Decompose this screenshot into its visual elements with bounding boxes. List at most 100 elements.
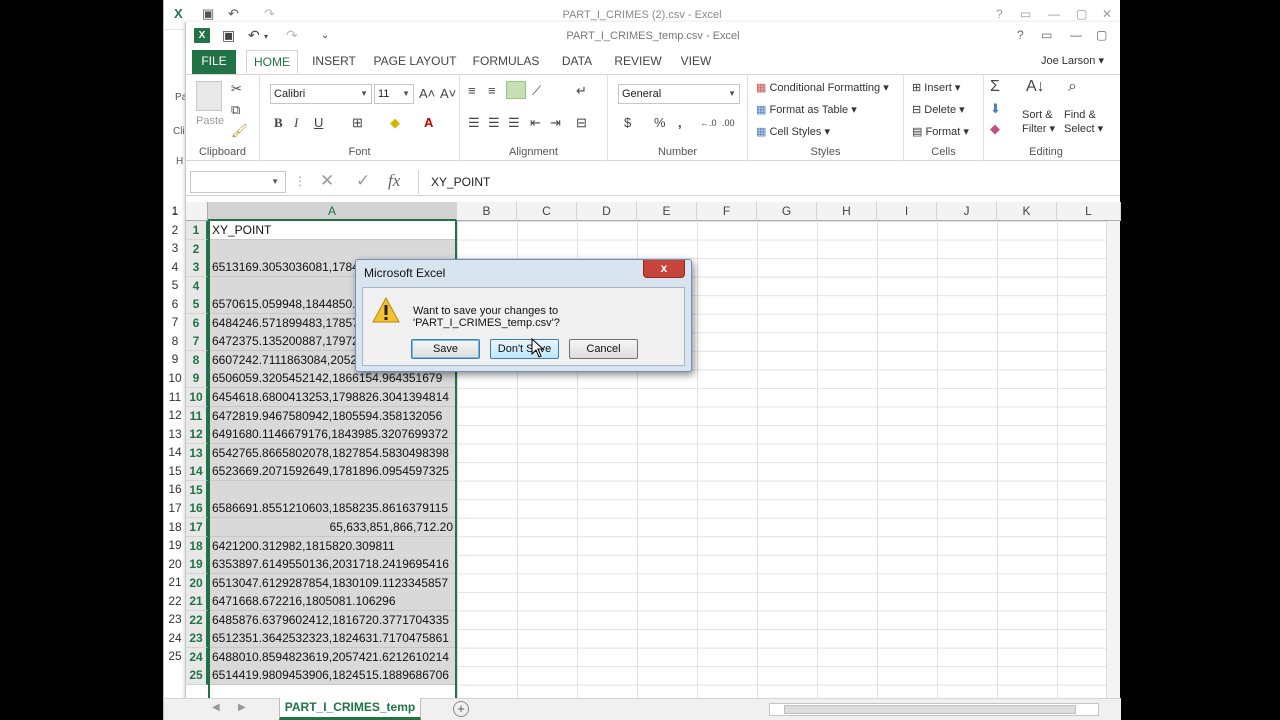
tab-view[interactable]: VIEW <box>676 50 716 74</box>
row-header[interactable]: 19 <box>186 555 208 575</box>
binoculars-icon[interactable]: ⌕ <box>1068 79 1077 95</box>
cell-a[interactable] <box>208 239 456 259</box>
cell-a[interactable]: 6471668.672216,1805081.106296 <box>208 592 456 612</box>
top-align-icon[interactable]: ≡ <box>468 83 476 99</box>
cell-a[interactable] <box>208 480 456 500</box>
row-header[interactable]: 15 <box>186 480 208 500</box>
middle-align-icon[interactable]: ≡ <box>488 83 496 99</box>
dont-save-button[interactable]: Don't Save <box>490 339 559 359</box>
decrease-decimal-icon[interactable]: .00 <box>722 115 735 131</box>
find-select-button[interactable]: Find & Select ▾ <box>1064 108 1103 136</box>
help-icon[interactable]: ? <box>1017 28 1024 42</box>
scroll-thumb[interactable] <box>784 705 1076 714</box>
row-header[interactable]: 14 <box>186 462 208 482</box>
sort-filter-icon[interactable]: A↓ <box>1026 79 1045 95</box>
row-header[interactable]: 25 <box>186 666 208 686</box>
column-header-h[interactable]: H <box>817 202 877 221</box>
underline-button[interactable]: U <box>314 115 323 131</box>
row-header[interactable]: 6 <box>186 313 208 333</box>
column-header-f[interactable]: F <box>697 202 757 221</box>
currency-button[interactable]: $ <box>624 115 631 131</box>
tab-page-layout[interactable]: PAGE LAYOUT <box>372 50 458 74</box>
row-header[interactable]: 9 <box>186 369 208 389</box>
paste-icon[interactable] <box>196 81 222 111</box>
tab-formulas[interactable]: FORMULAS <box>472 50 540 74</box>
bold-button[interactable]: B <box>274 115 283 131</box>
borders-icon[interactable]: ⊞ <box>352 115 363 131</box>
format-painter-icon[interactable]: 🖌 <box>231 123 248 139</box>
cell-a[interactable]: 6485876.6379602412,1816720.3771704335 <box>208 610 456 630</box>
ribbon-display-options-icon[interactable]: ▭ <box>1041 28 1052 42</box>
row-header[interactable]: 5 <box>186 295 208 315</box>
row-header[interactable]: 22 <box>186 610 208 630</box>
tab-home[interactable]: HOME <box>246 50 298 74</box>
paste-button[interactable]: Paste <box>196 115 224 127</box>
format-as-table-button[interactable]: ▦ Format as Table ▾ <box>756 103 857 116</box>
cell-a[interactable]: 6512351.3642532323,1824631.7170475861 <box>208 629 456 649</box>
autosum-icon[interactable]: Σ <box>990 79 1000 95</box>
font-color-icon[interactable]: A <box>424 115 433 131</box>
sheet-tab-part-i-crimes-temp[interactable]: PART_I_CRIMES_temp <box>279 698 421 720</box>
cell-a[interactable]: 6586691.8551210603,1858235.8616379115 <box>208 499 456 519</box>
wrap-text-icon[interactable]: ↵ <box>576 83 587 99</box>
conditional-formatting-button[interactable]: ▦ Conditional Formatting ▾ <box>756 81 889 94</box>
tab-review[interactable]: REVIEW <box>612 50 664 74</box>
insert-function-icon[interactable]: fx <box>388 171 400 191</box>
select-all-corner[interactable] <box>186 202 208 221</box>
column-header-i[interactable]: I <box>877 202 937 221</box>
row-header[interactable]: 12 <box>186 425 208 445</box>
tab-data[interactable]: DATA <box>556 50 598 74</box>
row-header[interactable]: 11 <box>186 406 208 426</box>
active-cell[interactable]: XY_POINT <box>208 221 456 240</box>
column-header-b[interactable]: B <box>457 202 517 221</box>
cell-a[interactable]: 6454618.6800413253,1798826.3041394814 <box>208 388 456 408</box>
row-header[interactable]: 20 <box>186 573 208 593</box>
row-header[interactable]: 8 <box>186 350 208 370</box>
insert-cells-button[interactable]: ⊞ Insert ▾ <box>912 81 960 94</box>
column-header-e[interactable]: E <box>637 202 697 221</box>
percent-button[interactable]: % <box>654 115 666 131</box>
decrease-font-icon[interactable]: A˅ <box>440 86 456 102</box>
clear-icon[interactable]: ◆ <box>990 121 1000 137</box>
cell-a[interactable]: 6542765.8665802078,1827854.5830498398 <box>208 443 456 463</box>
merge-center-icon[interactable]: ⊟ <box>576 115 587 131</box>
tab-file[interactable]: FILE <box>192 50 236 74</box>
row-header[interactable]: 23 <box>186 629 208 649</box>
increase-decimal-icon[interactable]: ←.0 <box>700 115 717 131</box>
column-header-j[interactable]: J <box>937 202 997 221</box>
row-header[interactable]: 1 <box>186 221 208 240</box>
cancel-entry-icon[interactable]: ✕ <box>320 171 334 191</box>
column-header-d[interactable]: D <box>577 202 637 221</box>
fill-color-icon[interactable]: ◆ <box>390 115 400 131</box>
column-header-c[interactable]: C <box>517 202 577 221</box>
increase-indent-icon[interactable]: ⇥ <box>550 115 561 131</box>
next-sheet-icon[interactable]: ▶ <box>238 702 246 713</box>
cell-a[interactable]: 65,633,851,866,712.20 <box>208 517 456 537</box>
cell-styles-button[interactable]: ▦ Cell Styles ▾ <box>756 125 830 138</box>
align-left-icon[interactable]: ☰ <box>468 115 480 131</box>
font-size-select[interactable]: 11 ▼ <box>374 84 414 104</box>
save-button[interactable]: Save <box>411 339 480 359</box>
maximize-icon[interactable]: ▢ <box>1096 28 1107 42</box>
align-center-icon[interactable]: ☰ <box>488 115 500 131</box>
row-header[interactable]: 3 <box>186 258 208 278</box>
tab-insert[interactable]: INSERT <box>308 50 360 74</box>
cell-a[interactable]: 6523669.2071592649,1781896.0954597325 <box>208 462 456 482</box>
bottom-align-icon[interactable] <box>506 81 526 99</box>
row-header[interactable]: 17 <box>186 517 208 537</box>
cell-a[interactable]: 6472819.9467580942,1805594.358132056 <box>208 406 456 426</box>
user-account[interactable]: Joe Larson ▾ <box>1041 54 1104 67</box>
confirm-entry-icon[interactable]: ✓ <box>356 171 370 191</box>
number-format-select[interactable]: General ▼ <box>618 84 740 104</box>
column-header-k[interactable]: K <box>997 202 1057 221</box>
cut-icon[interactable]: ✂ <box>231 81 242 97</box>
row-header[interactable]: 10 <box>186 388 208 408</box>
italic-button[interactable]: I <box>294 115 298 131</box>
column-header-g[interactable]: G <box>757 202 817 221</box>
formula-input[interactable]: XY_POINT <box>418 170 1120 194</box>
format-cells-button[interactable]: ▤ Format ▾ <box>912 125 969 138</box>
row-header[interactable]: 18 <box>186 536 208 556</box>
prev-sheet-icon[interactable]: ◀ <box>212 702 220 713</box>
cancel-button[interactable]: Cancel <box>569 339 638 359</box>
horizontal-scrollbar[interactable] <box>769 703 1099 716</box>
